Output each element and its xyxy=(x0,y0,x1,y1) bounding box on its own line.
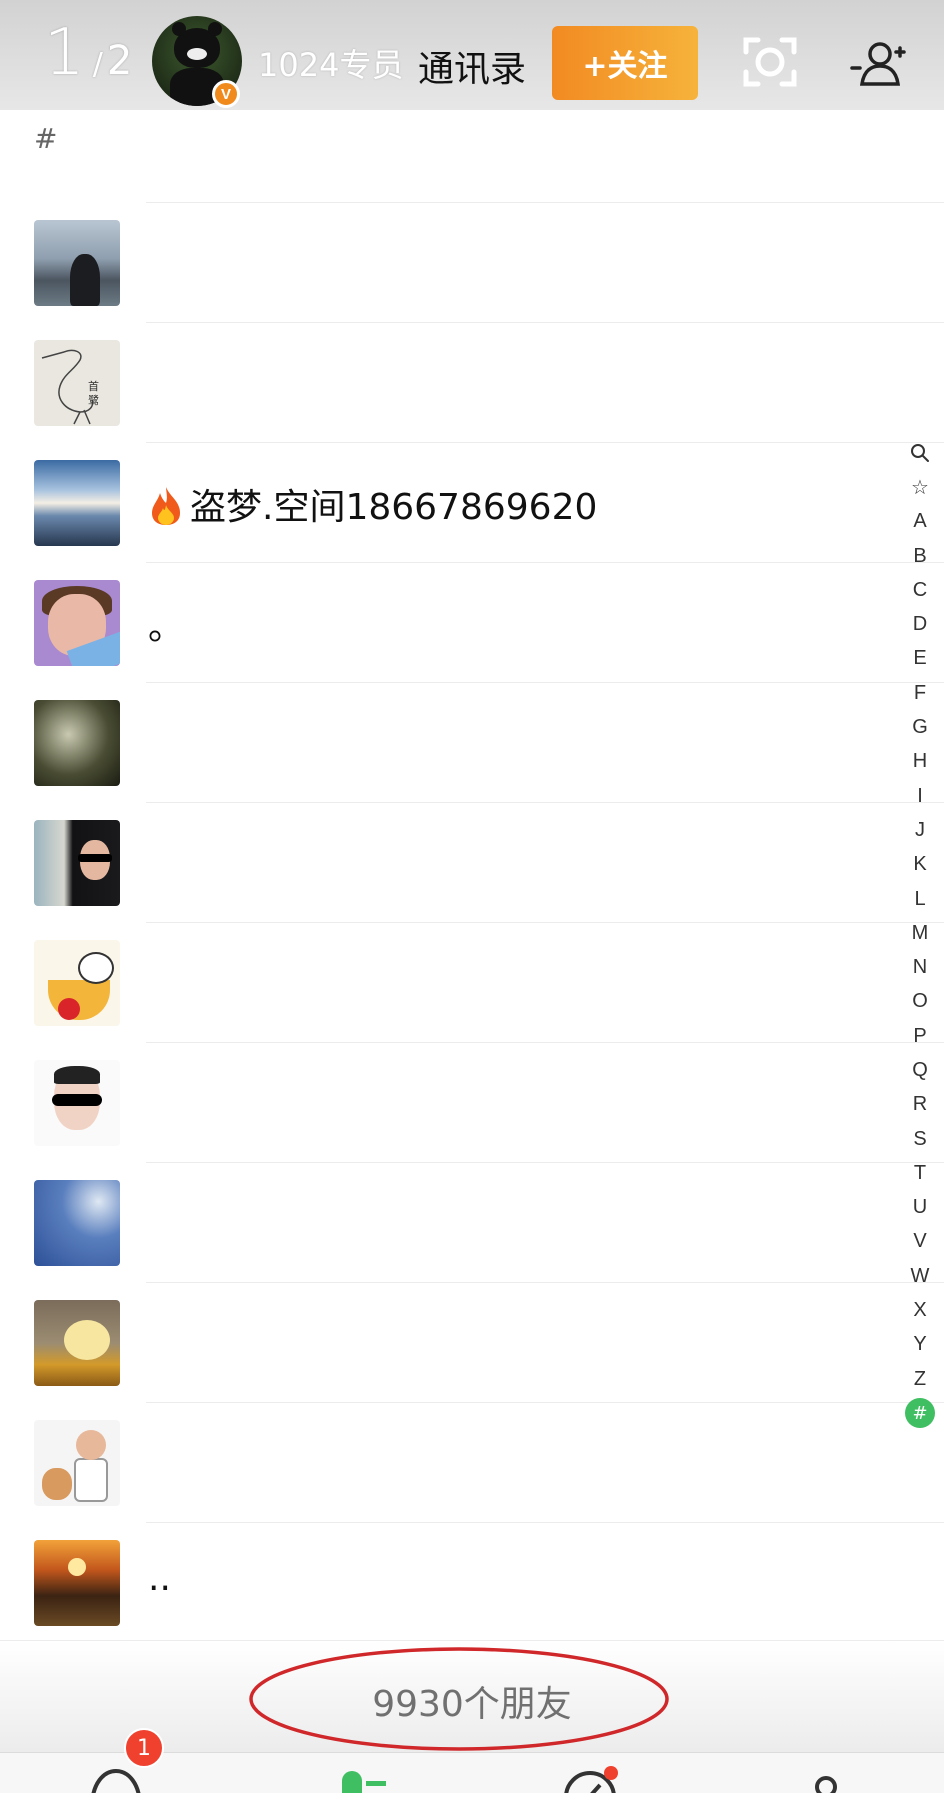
contact-avatar[interactable] xyxy=(34,1540,120,1626)
index-letter[interactable]: X xyxy=(902,1293,938,1327)
user-name: 1024专员 xyxy=(258,46,404,84)
page-total: 2 xyxy=(106,38,133,84)
contact-avatar[interactable] xyxy=(34,700,120,786)
contact-avatar[interactable] xyxy=(34,1180,120,1266)
index-letter[interactable]: E xyxy=(902,642,938,676)
index-letter[interactable]: C xyxy=(902,573,938,607)
index-letter[interactable]: H xyxy=(902,745,938,779)
contact-row[interactable]: 。 xyxy=(0,562,944,682)
contacts-tab-icon[interactable] xyxy=(338,1767,398,1793)
contact-avatar[interactable] xyxy=(34,1300,120,1386)
contact-row[interactable]: 盗梦.空间18667869620 xyxy=(0,442,944,562)
contact-avatar[interactable] xyxy=(34,940,120,1026)
discover-dot-badge xyxy=(604,1766,618,1780)
contact-avatar[interactable] xyxy=(34,460,120,546)
contact-row[interactable] xyxy=(0,1042,944,1162)
contact-row[interactable] xyxy=(0,922,944,1042)
contact-avatar[interactable] xyxy=(34,1420,120,1506)
contact-avatar[interactable] xyxy=(34,580,120,666)
annotation-circle xyxy=(249,1647,669,1751)
index-letter[interactable]: B xyxy=(902,539,938,573)
index-letter[interactable]: S xyxy=(902,1122,938,1156)
messages-tab-icon[interactable] xyxy=(86,1767,146,1793)
index-active-hash[interactable]: # xyxy=(905,1398,935,1429)
contact-avatar[interactable] xyxy=(34,220,120,306)
section-header-hash: # xyxy=(34,122,58,155)
svg-text:首: 首 xyxy=(88,379,99,393)
contact-row[interactable]: .. xyxy=(0,1522,944,1642)
contact-row[interactable] xyxy=(0,202,944,322)
contact-row[interactable]: 首鹭 xyxy=(0,322,944,442)
svg-text:鹭: 鹭 xyxy=(88,393,99,407)
page-separator: / xyxy=(92,47,103,82)
verified-badge: V xyxy=(212,80,240,108)
index-letter[interactable]: F xyxy=(902,676,938,710)
contact-name: 盗梦.空间18667869620 xyxy=(148,478,597,530)
contact-avatar[interactable]: 首鹭 xyxy=(34,340,120,426)
index-letter[interactable]: Q xyxy=(902,1053,938,1087)
contact-avatar[interactable] xyxy=(34,1060,120,1146)
index-letter[interactable]: J xyxy=(902,813,938,847)
index-letter[interactable]: Y xyxy=(902,1328,938,1362)
follow-button[interactable]: +关注 xyxy=(552,26,698,100)
index-star[interactable]: ☆ xyxy=(902,470,938,504)
index-letter[interactable]: T xyxy=(902,1156,938,1190)
contact-row[interactable] xyxy=(0,802,944,922)
index-letter[interactable]: O xyxy=(902,985,938,1019)
alphabet-index[interactable]: ☆ A B C D E F G H I J K L M N O P Q R S … xyxy=(902,436,938,1429)
index-letter[interactable]: V xyxy=(902,1225,938,1259)
add-friend-icon[interactable] xyxy=(850,38,908,90)
index-letter[interactable]: A xyxy=(902,505,938,539)
index-letter[interactable]: U xyxy=(902,1191,938,1225)
contact-row[interactable] xyxy=(0,682,944,802)
index-search-icon[interactable] xyxy=(902,436,938,470)
page-indicator: 1 / 2 xyxy=(44,18,132,88)
index-letter[interactable]: P xyxy=(902,1019,938,1053)
index-letter[interactable]: I xyxy=(902,779,938,813)
contact-row[interactable] xyxy=(0,1402,944,1522)
contact-list: 首鹭 盗梦.空间18667869620 。 .. xyxy=(0,202,944,1642)
index-letter[interactable]: R xyxy=(902,1088,938,1122)
contact-avatar[interactable] xyxy=(34,820,120,906)
index-letter[interactable]: K xyxy=(902,848,938,882)
index-letter[interactable]: Z xyxy=(902,1362,938,1396)
top-header: 1 / 2 V 1024专员 通讯录 +关注 xyxy=(0,0,944,110)
index-letter[interactable]: M xyxy=(902,916,938,950)
index-letter[interactable]: N xyxy=(902,950,938,984)
contacts-title[interactable]: 通讯录 xyxy=(418,40,526,92)
contact-name: 。 xyxy=(148,607,185,648)
contact-row[interactable] xyxy=(0,1162,944,1282)
page-current: 1 xyxy=(44,16,85,90)
me-tab-icon[interactable] xyxy=(796,1767,856,1793)
scan-icon[interactable] xyxy=(742,34,798,90)
contact-row[interactable] xyxy=(0,1282,944,1402)
index-letter[interactable]: D xyxy=(902,607,938,641)
index-letter[interactable]: L xyxy=(902,882,938,916)
message-badge: 1 xyxy=(124,1728,164,1768)
index-letter[interactable]: G xyxy=(902,710,938,744)
index-letter[interactable]: W xyxy=(902,1259,938,1293)
fire-icon xyxy=(152,487,180,525)
contact-name-text: 盗梦.空间18667869620 xyxy=(190,487,598,528)
contact-name: .. xyxy=(148,1558,171,1599)
